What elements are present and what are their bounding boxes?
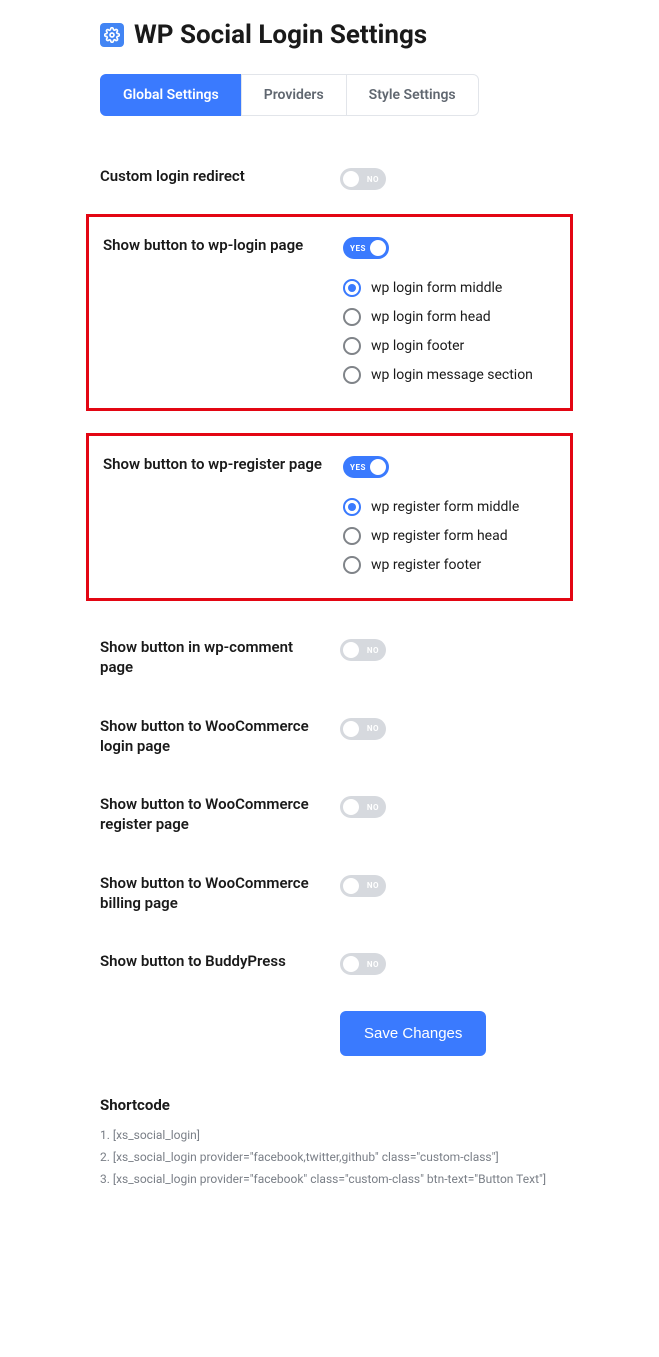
tab-providers[interactable]: Providers: [241, 74, 347, 116]
toggle-wp-register[interactable]: YES: [343, 456, 389, 478]
gear-icon: [100, 23, 124, 47]
label-wp-login: Show button to wp-login page: [103, 235, 343, 255]
row-wp-login: Show button to wp-login page YES wp logi…: [86, 214, 573, 411]
shortcode-line: 1. [xs_social_login]: [100, 1128, 641, 1142]
radio-label: wp register form head: [371, 528, 508, 544]
page-header: WP Social Login Settings: [100, 20, 641, 50]
label-buddypress: Show button to BuddyPress: [100, 951, 340, 971]
shortcode-section: Shortcode 1. [xs_social_login] 2. [xs_so…: [100, 1096, 641, 1186]
label-woo-register: Show button to WooCommerce register page: [100, 794, 340, 835]
radios-wp-register: wp register form middle wp register form…: [343, 498, 556, 574]
row-wp-comment: Show button in wp-comment page NO: [100, 623, 641, 692]
radio-label: wp login form head: [371, 309, 491, 325]
row-buddypress: Show button to BuddyPress NO: [100, 937, 641, 989]
shortcode-line: 2. [xs_social_login provider="facebook,t…: [100, 1150, 641, 1164]
row-woo-login: Show button to WooCommerce login page NO: [100, 702, 641, 771]
radio-wp-login-footer[interactable]: wp login footer: [343, 337, 556, 355]
toggle-woo-register[interactable]: NO: [340, 796, 386, 818]
row-wp-register: Show button to wp-register page YES wp r…: [86, 433, 573, 601]
tab-style-settings[interactable]: Style Settings: [346, 74, 479, 116]
row-woo-register: Show button to WooCommerce register page…: [100, 780, 641, 849]
shortcode-line: 3. [xs_social_login provider="facebook" …: [100, 1172, 641, 1186]
shortcode-title: Shortcode: [100, 1096, 641, 1114]
radio-wp-login-form-head[interactable]: wp login form head: [343, 308, 556, 326]
radio-wp-login-message-section[interactable]: wp login message section: [343, 366, 556, 384]
toggle-custom-redirect[interactable]: NO: [340, 168, 386, 190]
radio-label: wp register footer: [371, 557, 481, 573]
tabs: Global Settings Providers Style Settings: [100, 74, 641, 116]
label-wp-register: Show button to wp-register page: [103, 454, 343, 474]
toggle-wp-login[interactable]: YES: [343, 237, 389, 259]
radios-wp-login: wp login form middle wp login form head …: [343, 279, 556, 384]
radio-label: wp login form middle: [371, 280, 502, 296]
radio-wp-register-form-middle[interactable]: wp register form middle: [343, 498, 556, 516]
radio-wp-login-form-middle[interactable]: wp login form middle: [343, 279, 556, 297]
row-woo-billing: Show button to WooCommerce billing page …: [100, 859, 641, 928]
radio-wp-register-footer[interactable]: wp register footer: [343, 556, 556, 574]
toggle-woo-login[interactable]: NO: [340, 718, 386, 740]
radio-label: wp login message section: [371, 367, 533, 383]
radio-label: wp register form middle: [371, 499, 519, 515]
toggle-buddypress[interactable]: NO: [340, 953, 386, 975]
radio-label: wp login footer: [371, 338, 464, 354]
label-wp-comment: Show button in wp-comment page: [100, 637, 340, 678]
save-button[interactable]: Save Changes: [340, 1011, 486, 1056]
label-custom-redirect: Custom login redirect: [100, 166, 340, 186]
tab-global-settings[interactable]: Global Settings: [100, 74, 242, 116]
radio-wp-register-form-head[interactable]: wp register form head: [343, 527, 556, 545]
label-woo-billing: Show button to WooCommerce billing page: [100, 873, 340, 914]
toggle-woo-billing[interactable]: NO: [340, 875, 386, 897]
toggle-wp-comment[interactable]: NO: [340, 639, 386, 661]
row-custom-redirect: Custom login redirect NO: [100, 152, 641, 204]
label-woo-login: Show button to WooCommerce login page: [100, 716, 340, 757]
page-title: WP Social Login Settings: [134, 20, 427, 50]
